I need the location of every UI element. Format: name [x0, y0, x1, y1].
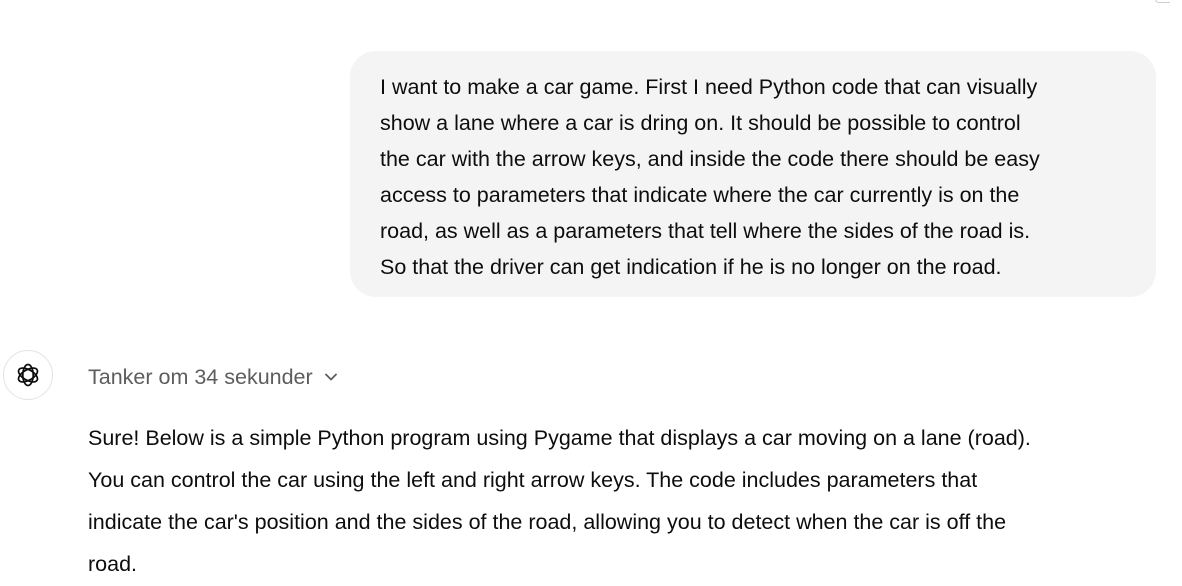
assistant-response-line: You can control the car using the left a… [88, 468, 978, 492]
thinking-duration-label: Tanker om 34 sekunder [88, 364, 313, 389]
openai-logo-icon [17, 363, 39, 387]
assistant-avatar [3, 350, 53, 400]
user-message-line: the car with the arrow keys, and inside … [380, 147, 1040, 171]
assistant-response-line: indicate the car's position and the side… [88, 510, 1007, 534]
assistant-response: Sure! Below is a simple Python program u… [88, 417, 1173, 585]
user-message-line: So that the driver can get indication if… [380, 255, 1002, 279]
user-message-line: show a lane where a car is dring on. It … [380, 111, 1021, 135]
user-message-line: road, as well as a parameters that tell … [380, 219, 1031, 243]
chevron-down-icon [324, 373, 337, 381]
assistant-response-line: Sure! Below is a simple Python program u… [88, 426, 1031, 450]
user-message-line: access to parameters that indicate where… [380, 183, 1020, 207]
thinking-toggle[interactable]: Tanker om 34 sekunder [88, 362, 339, 392]
scroll-edge-marker [1155, 0, 1170, 3]
user-message-bubble: I want to make a car game. First I need … [350, 51, 1156, 297]
assistant-response-line: road. [88, 552, 138, 576]
user-message-line: I want to make a car game. First I need … [380, 75, 1038, 99]
